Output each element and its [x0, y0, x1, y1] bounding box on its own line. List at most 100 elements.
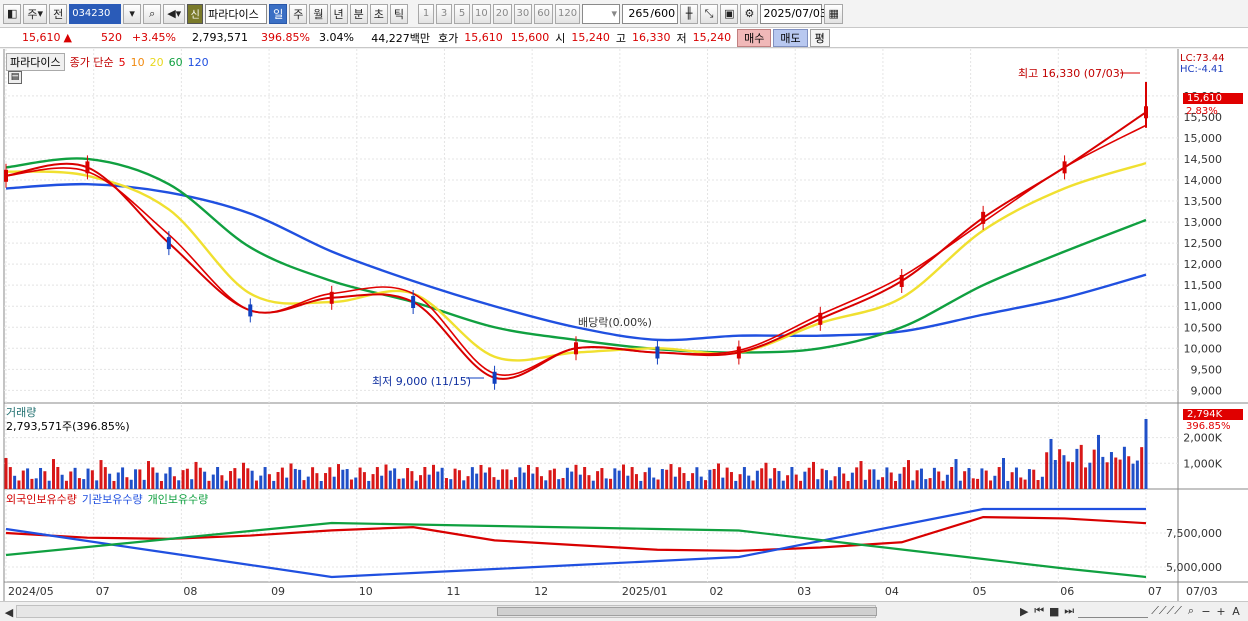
draw-tools-icon[interactable]: ⟋⟋⟋⟋: [1151, 604, 1182, 618]
interval-20[interactable]: 20: [492, 3, 512, 24]
interval-3[interactable]: 3: [436, 3, 453, 24]
stop-icon[interactable]: ■: [1048, 604, 1060, 618]
volume-bar: [410, 471, 414, 489]
volume-bar: [824, 470, 828, 489]
count-value: 265: [628, 7, 650, 20]
interval-1[interactable]: 1: [418, 3, 435, 24]
chart-scrollbar[interactable]: ◀ ▶ ⏮ ■ ⏭ ⟋⟋⟋⟋ ⌕ − + A: [0, 601, 1248, 621]
candle-body: [818, 312, 823, 325]
volume-bar: [695, 467, 699, 489]
scroll-last-icon[interactable]: ⏭: [1063, 604, 1075, 618]
volume-bar: [168, 467, 172, 489]
volume-bar: [561, 478, 565, 489]
zoom-in-icon[interactable]: +: [1215, 604, 1227, 618]
volume-bar: [362, 472, 366, 489]
volume-bar: [414, 480, 418, 489]
tab-period-day[interactable]: 일: [269, 3, 288, 24]
volume-bar: [129, 479, 133, 489]
count-field[interactable]: 265/600: [622, 3, 679, 24]
date-input[interactable]: 2025/07/03: [760, 3, 827, 24]
zoom-slider[interactable]: [1078, 604, 1149, 618]
table-icon[interactable]: ▤: [8, 71, 22, 84]
code-dropdown-icon[interactable]: ▾: [123, 3, 142, 24]
tab-period-month[interactable]: 월: [309, 3, 328, 24]
buy-button[interactable]: 매수: [737, 28, 772, 47]
avg-button[interactable]: 평: [809, 28, 830, 47]
volume-bar: [583, 467, 587, 489]
volume-bar: [1144, 419, 1148, 489]
prev-button[interactable]: 전: [49, 3, 68, 24]
holding-legend: 외국인보유수량 기관보유수량 개인보유수량: [6, 491, 208, 507]
volume-bar: [181, 470, 185, 489]
scroll-thumb[interactable]: [497, 607, 877, 616]
tab-period-week[interactable]: 주: [289, 3, 308, 24]
draw-line-icon[interactable]: ⤡: [700, 3, 719, 24]
gear-icon[interactable]: ⚙: [740, 3, 759, 24]
volume-bar: [341, 469, 345, 489]
count-total: /600: [650, 7, 676, 20]
volume-bar: [639, 480, 643, 489]
interval-30[interactable]: 30: [513, 3, 533, 24]
search-icon[interactable]: ⌕: [143, 3, 162, 24]
interval-5[interactable]: 5: [454, 3, 471, 24]
stock-code-input[interactable]: 034230: [69, 3, 122, 24]
interval-dropdown[interactable]: ▾: [582, 3, 621, 24]
x-tick-label: 2024/05: [8, 585, 54, 598]
interval-60[interactable]: 60: [534, 3, 553, 24]
scroll-left-icon[interactable]: ◀: [3, 605, 15, 619]
sell-button[interactable]: 매도: [773, 28, 808, 47]
high-value: 16,330: [632, 31, 671, 44]
volume-bar: [82, 479, 86, 489]
tab-period-minute[interactable]: 분: [349, 3, 368, 24]
market-select[interactable]: 주 ▾: [23, 3, 48, 24]
tab-period-year[interactable]: 년: [329, 3, 348, 24]
volume-bar: [328, 467, 332, 489]
window-icon[interactable]: ◧: [3, 3, 22, 24]
volume-bar: [833, 476, 837, 489]
volume-bar: [911, 480, 915, 489]
candle-body: [248, 304, 253, 317]
stock-name-field[interactable]: 파라다이스: [205, 3, 268, 24]
volume-bar: [673, 476, 677, 489]
legend-ma5: 5: [118, 55, 126, 69]
calendar-icon[interactable]: ▦: [824, 3, 843, 24]
volume-bar: [548, 470, 552, 489]
tab-period-tick[interactable]: 틱: [389, 3, 409, 24]
interval-10[interactable]: 10: [472, 3, 491, 24]
volume-bar: [1101, 456, 1105, 489]
volume-bar: [475, 473, 479, 489]
zoom-out-icon[interactable]: −: [1200, 604, 1212, 618]
tab-period-second[interactable]: 초: [369, 3, 388, 24]
candle-body: [899, 274, 904, 287]
x-tick-label: 03: [797, 585, 811, 598]
volume-bar: [276, 472, 280, 489]
volume-bar: [190, 479, 194, 489]
scroll-right-icon[interactable]: ▶: [1018, 604, 1030, 618]
x-tick-label: 12: [534, 585, 548, 598]
volume-bar: [1040, 476, 1044, 489]
volume-bar: [466, 476, 470, 489]
scroll-first-icon[interactable]: ⏮: [1033, 604, 1045, 618]
candle-body: [1062, 161, 1067, 174]
save-icon[interactable]: ▣: [720, 3, 739, 24]
scroll-track[interactable]: [16, 605, 877, 618]
interval-120[interactable]: 120: [554, 3, 581, 24]
volume-bar: [142, 479, 146, 489]
x-tick-label: 04: [885, 585, 899, 598]
volume-bar: [419, 475, 423, 489]
legend-institution: 기관보유수량: [81, 493, 143, 506]
volume-bar: [138, 469, 142, 489]
volume-bar: [380, 475, 384, 489]
candle-icon[interactable]: ╫: [680, 3, 699, 24]
font-size-icon[interactable]: A: [1230, 604, 1242, 618]
volume-bar: [367, 480, 371, 489]
chart-area[interactable]: 16,00015,50015,00014,50014,00013,50013,0…: [0, 49, 1248, 601]
volume-bar: [345, 469, 349, 489]
volume-bar: [954, 459, 958, 489]
speaker-icon[interactable]: ◀▾: [163, 3, 186, 24]
legend-stock-name[interactable]: 파라다이스: [6, 53, 65, 71]
magnify-icon[interactable]: ⌕: [1185, 604, 1197, 618]
volume-bar: [306, 476, 310, 489]
volume-bar: [591, 480, 595, 489]
volume-bar: [967, 467, 971, 489]
